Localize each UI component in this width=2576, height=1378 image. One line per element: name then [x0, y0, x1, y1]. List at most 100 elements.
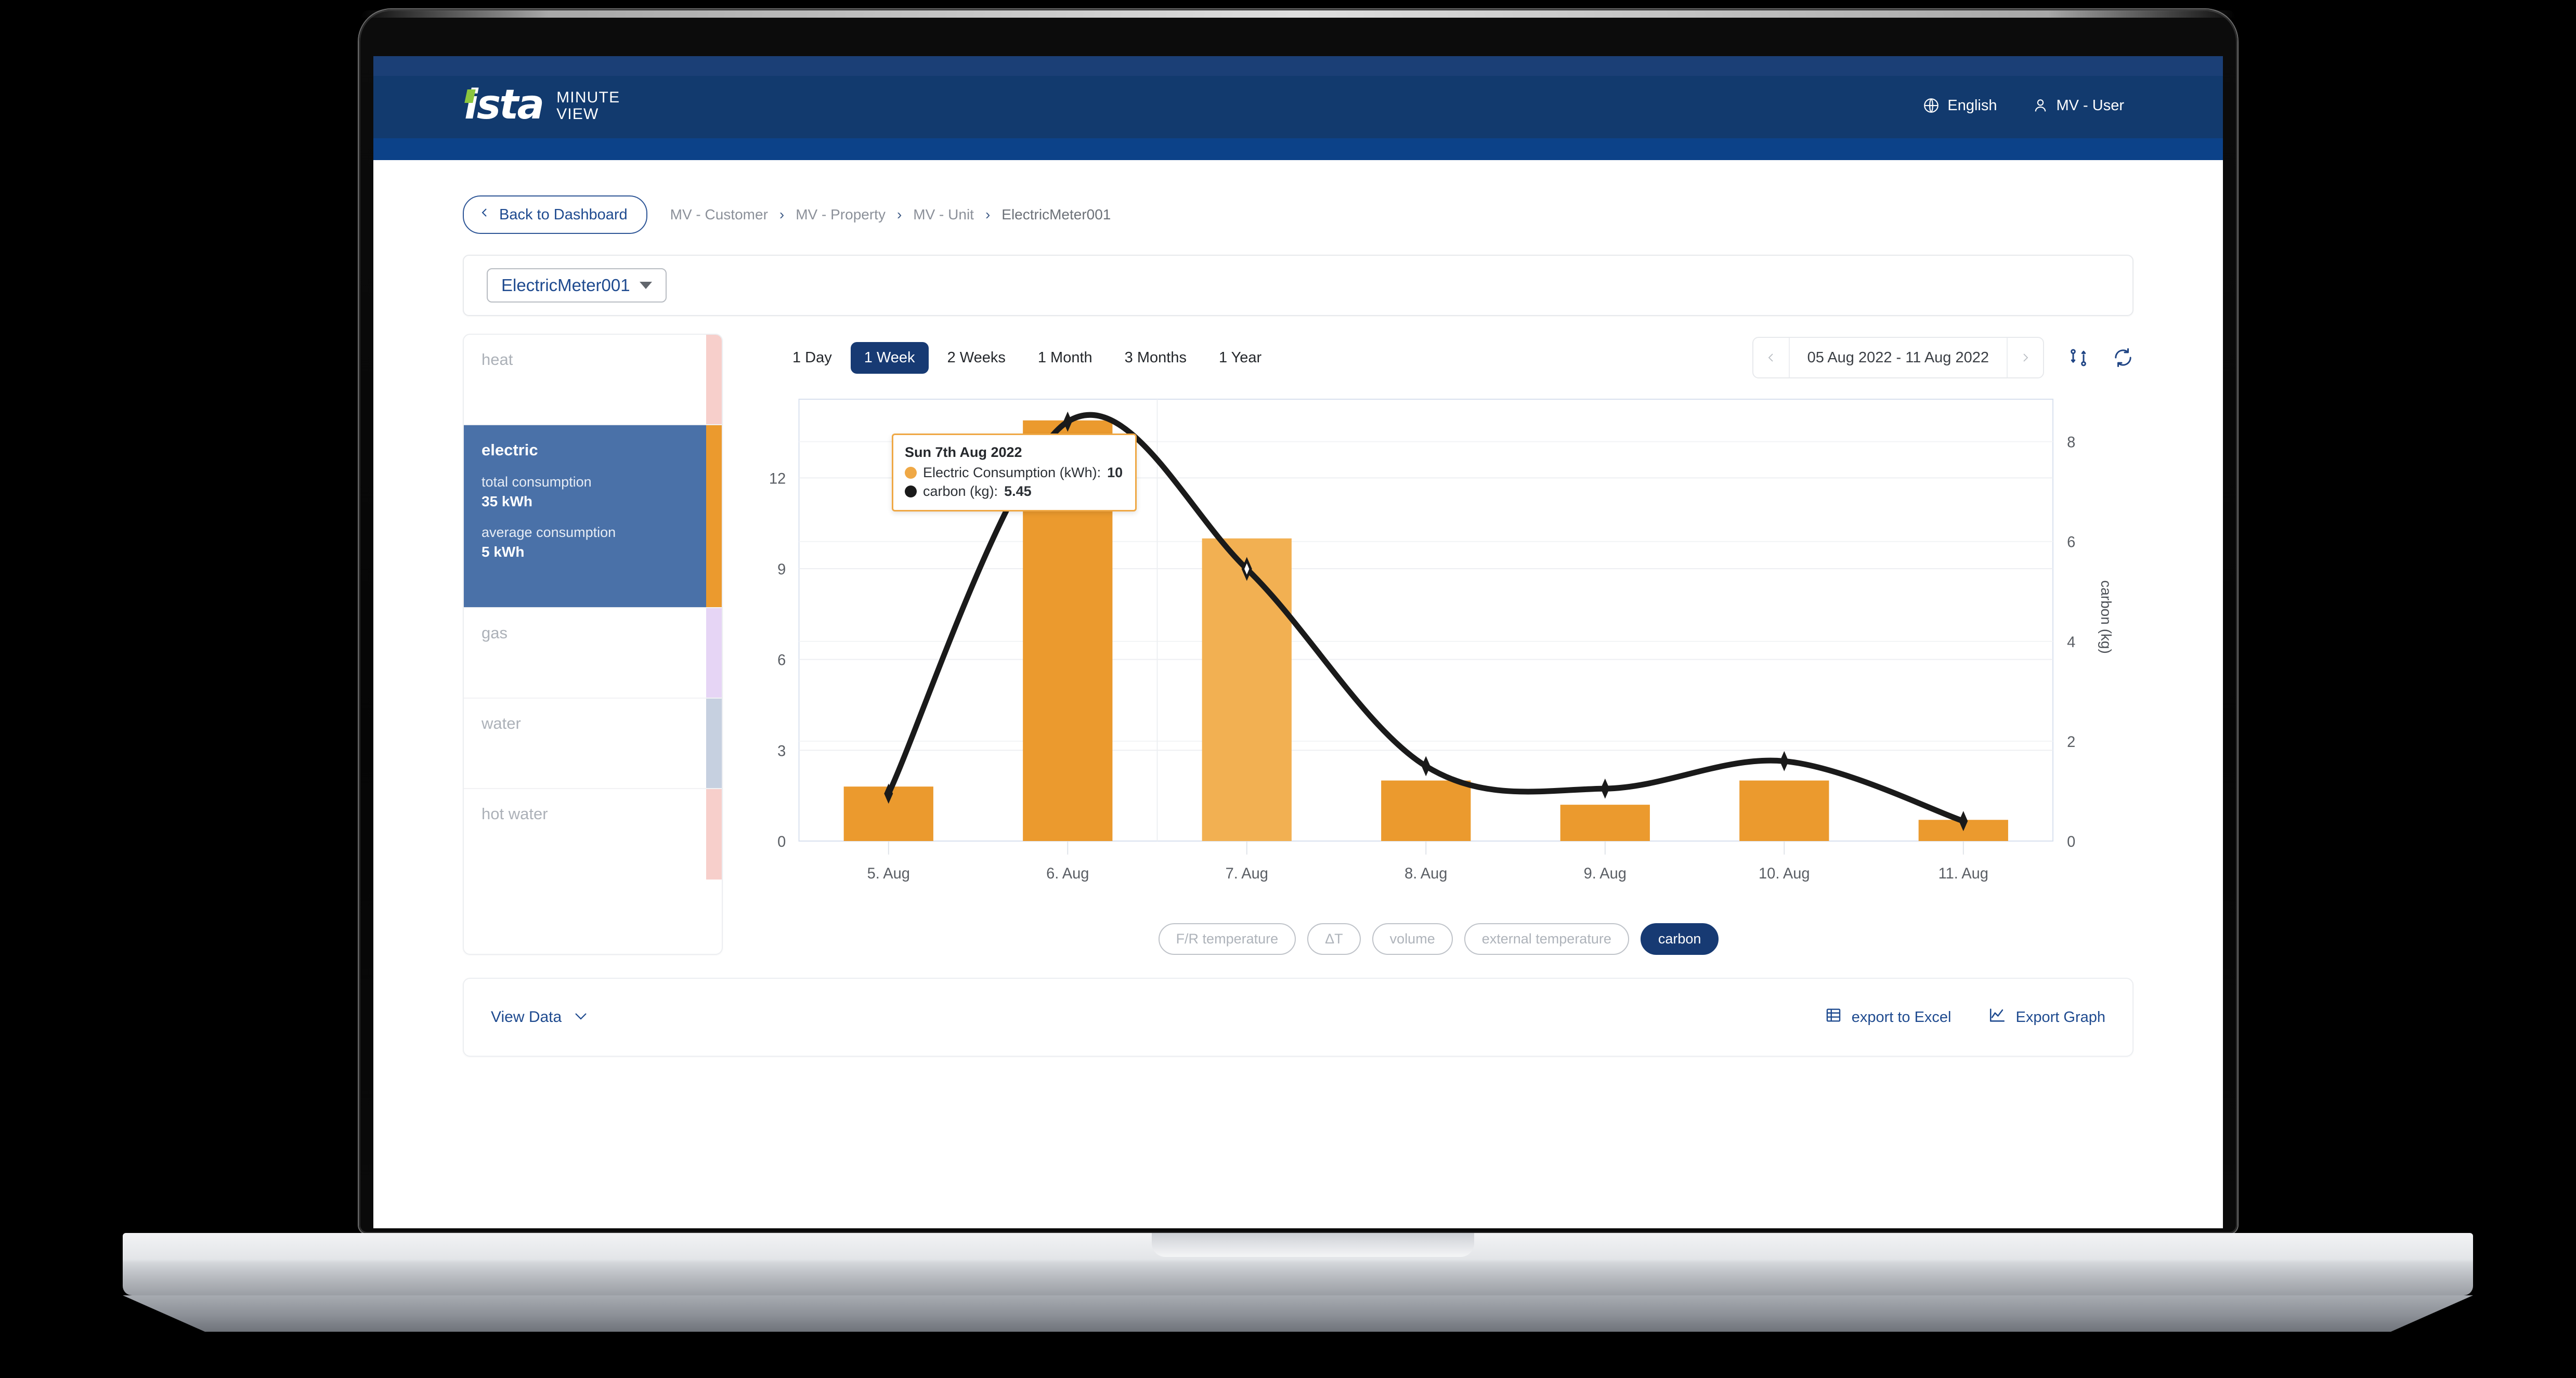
range-tab-3-months[interactable]: 3 Months [1111, 342, 1200, 374]
total-consumption-label: total consumption [482, 474, 592, 490]
sidebar-item-electric[interactable]: electric total consumption 35 kWh averag… [464, 425, 722, 608]
export-graph-button[interactable]: Export Graph [1988, 1006, 2105, 1028]
breadcrumb: MV - Customer › MV - Property › MV - Uni… [670, 206, 1111, 223]
footer-card: View Data export to Excel Export Graph [463, 978, 2133, 1057]
pill-fr-temperature[interactable]: F/R temperature [1158, 923, 1296, 955]
breadcrumb-item-customer[interactable]: MV - Customer [670, 206, 768, 223]
globe-icon [1922, 97, 1940, 114]
chart-plot-area: Electric Consumption (kWh) carbon (kg) 0… [744, 384, 2133, 914]
sidebar-accent-heat [706, 335, 722, 424]
breadcrumb-item-property[interactable]: MV - Property [796, 206, 886, 223]
svg-text:11. Aug: 11. Aug [1938, 865, 1988, 883]
svg-text:8. Aug: 8. Aug [1404, 865, 1447, 883]
sidebar-item-heat[interactable]: heat [464, 335, 722, 425]
chevron-down-icon [573, 1008, 589, 1026]
average-consumption-label: average consumption [482, 524, 616, 540]
laptop-foot [123, 1295, 2473, 1332]
svg-text:10. Aug: 10. Aug [1759, 865, 1810, 883]
footer-actions: export to Excel Export Graph [1825, 1006, 2105, 1028]
chevron-down-icon [639, 282, 652, 289]
breadcrumb-row: Back to Dashboard MV - Customer › MV - P… [463, 160, 2133, 234]
ista-text: ista [464, 82, 544, 128]
chart-tooltip: Sun 7th Aug 2022 Electric Consumption (k… [892, 434, 1137, 511]
breadcrumb-separator-icon: › [779, 206, 785, 222]
view-data-label: View Data [491, 1008, 562, 1026]
sidebar-accent-gas [706, 608, 722, 698]
svg-text:0: 0 [2067, 833, 2075, 851]
meter-select-dropdown[interactable]: ElectricMeter001 [487, 268, 667, 303]
pill-external-temperature[interactable]: external temperature [1464, 923, 1629, 955]
export-graph-label: Export Graph [2015, 1008, 2105, 1026]
energy-type-sidebar: heat electric total consumption 35 kWh a… [463, 334, 723, 955]
product-name-line2: VIEW [556, 106, 599, 123]
app-header: ista MINUTE VIEW English MV - User [373, 56, 2223, 160]
svg-text:9. Aug: 9. Aug [1584, 865, 1627, 883]
sidebar-accent-hot-water [706, 789, 722, 880]
svg-text:9: 9 [777, 561, 786, 579]
sidebar-item-water[interactable]: water [464, 699, 722, 789]
chevron-left-icon [478, 205, 491, 225]
export-to-excel-button[interactable]: export to Excel [1825, 1006, 1951, 1028]
compare-icon[interactable] [2068, 347, 2089, 368]
svg-text:6: 6 [777, 651, 786, 669]
meter-selector-card: ElectricMeter001 [463, 255, 2133, 316]
user-menu[interactable]: MV - User [2032, 97, 2125, 114]
pill-delta-t[interactable]: ΔT [1307, 923, 1361, 955]
time-range-tabs: 1 Day 1 Week 2 Weeks 1 Month 3 Months 1 … [779, 342, 1275, 374]
screen-content: ista MINUTE VIEW English MV - User Back … [373, 56, 2223, 1228]
svg-text:6. Aug: 6. Aug [1046, 865, 1089, 883]
tooltip-dot-carbon [905, 485, 917, 497]
sidebar-item-label: gas [482, 624, 508, 642]
sidebar-item-hot-water[interactable]: hot water [464, 789, 722, 880]
chart-panel: 1 Day 1 Week 2 Weeks 1 Month 3 Months 1 … [744, 334, 2133, 955]
range-tab-2-weeks[interactable]: 2 Weeks [934, 342, 1019, 374]
sidebar-item-label: electric [482, 441, 538, 459]
range-tab-1-month[interactable]: 1 Month [1024, 342, 1106, 374]
pill-volume[interactable]: volume [1372, 923, 1453, 955]
breadcrumb-separator-icon: › [985, 206, 991, 222]
header-bottom-strip [373, 138, 2223, 160]
sidebar-item-gas[interactable]: gas [464, 608, 722, 699]
chart-toolbar: 1 Day 1 Week 2 Weeks 1 Month 3 Months 1 … [744, 334, 2133, 382]
language-selector[interactable]: English [1922, 97, 1997, 114]
date-range-label[interactable]: 05 Aug 2022 - 11 Aug 2022 [1790, 349, 2007, 366]
back-to-dashboard-label: Back to Dashboard [499, 206, 628, 223]
svg-text:6: 6 [2067, 533, 2075, 551]
breadcrumb-item-unit[interactable]: MV - Unit [913, 206, 974, 223]
date-next-button[interactable] [2007, 338, 2043, 377]
range-tab-1-day[interactable]: 1 Day [779, 342, 845, 374]
refresh-icon[interactable] [2113, 347, 2133, 368]
range-tab-1-week[interactable]: 1 Week [850, 342, 929, 374]
back-to-dashboard-button[interactable]: Back to Dashboard [463, 195, 647, 234]
svg-text:12: 12 [769, 470, 786, 488]
tooltip-label-electric: Electric Consumption (kWh): [923, 465, 1101, 480]
user-icon [2032, 97, 2049, 114]
average-consumption-value: 5 kWh [482, 544, 525, 560]
view-data-toggle[interactable]: View Data [491, 1008, 589, 1026]
user-label: MV - User [2056, 97, 2125, 114]
svg-text:8: 8 [2067, 434, 2075, 451]
svg-text:4: 4 [2067, 633, 2075, 651]
svg-text:2: 2 [2067, 733, 2075, 751]
breadcrumb-separator-icon: › [896, 206, 902, 222]
tooltip-value-carbon: 5.45 [1004, 483, 1032, 499]
svg-text:5. Aug: 5. Aug [867, 865, 910, 883]
total-consumption-value: 35 kWh [482, 493, 533, 509]
language-label: English [1947, 97, 1997, 114]
range-tab-1-year[interactable]: 1 Year [1205, 342, 1275, 374]
date-prev-button[interactable] [1753, 338, 1790, 377]
main-area: heat electric total consumption 35 kWh a… [463, 334, 2133, 955]
sidebar-accent-water [706, 699, 722, 788]
brand-logo[interactable]: ista MINUTE VIEW [464, 85, 620, 125]
export-to-excel-label: export to Excel [1851, 1008, 1951, 1026]
pill-carbon[interactable]: carbon [1640, 923, 1719, 955]
breadcrumb-item-meter: ElectricMeter001 [1001, 206, 1111, 222]
sidebar-item-label: hot water [482, 805, 548, 823]
sidebar-accent-electric [706, 425, 722, 607]
metric-filter-pills: F/R temperature ΔT volume external tempe… [744, 923, 2133, 955]
table-icon [1825, 1006, 1842, 1028]
laptop-bezel-highlight [361, 10, 2235, 18]
meter-select-value: ElectricMeter001 [501, 275, 630, 295]
laptop-mockup: ista MINUTE VIEW English MV - User Back … [0, 0, 2576, 1378]
laptop-base-notch [1152, 1233, 1474, 1257]
